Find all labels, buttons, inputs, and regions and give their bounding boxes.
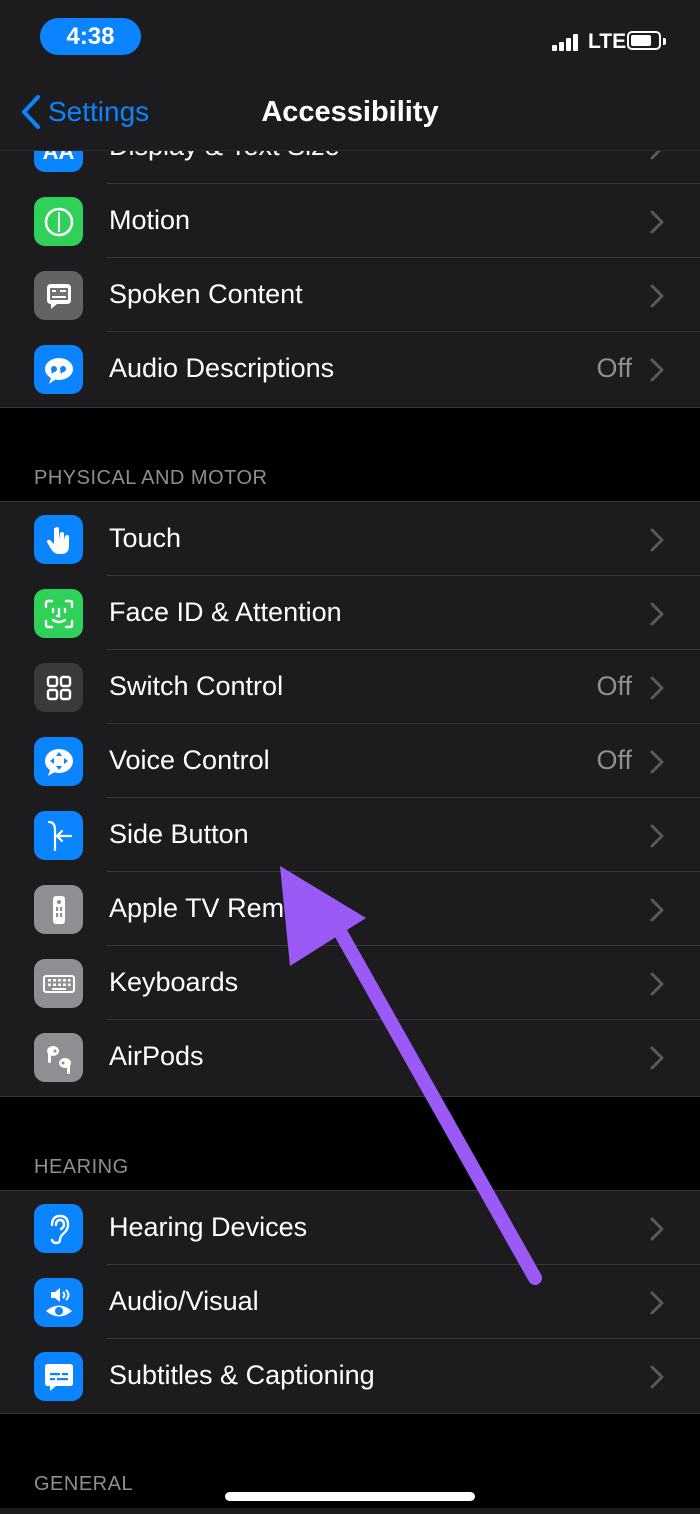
row-label: Audio Descriptions — [109, 353, 335, 383]
row-label: Audio/Visual — [109, 1286, 259, 1316]
row-audio-visual[interactable]: Audio/Visual — [0, 1265, 700, 1339]
hearing-group: Hearing Devices Audio/Visual Subtitles &… — [0, 1191, 700, 1413]
face-id-icon — [34, 589, 83, 638]
row-subtitles-captioning[interactable]: Subtitles & Captioning — [0, 1339, 700, 1413]
switch-control-icon — [34, 663, 83, 712]
navigation-bar: Settings Accessibility — [0, 72, 700, 151]
row-label: Voice Control — [109, 745, 270, 775]
section-header-physical-motor: PHYSICAL AND MOTOR — [34, 467, 268, 489]
chevron-right-icon — [650, 824, 664, 848]
airpods-icon — [34, 1033, 83, 1082]
row-value: Off — [596, 671, 632, 701]
row-value: Off — [596, 745, 632, 775]
status-time: 4:38 — [40, 18, 141, 55]
motion-icon — [34, 197, 83, 246]
spoken-content-icon — [34, 271, 83, 320]
row-keyboards[interactable]: Keyboards — [0, 946, 700, 1020]
chevron-right-icon — [650, 1291, 664, 1315]
cellular-signal-icon — [552, 33, 578, 51]
home-indicator — [225, 1492, 475, 1501]
row-spoken-content[interactable]: Spoken Content — [0, 258, 700, 332]
row-motion[interactable]: Motion — [0, 184, 700, 258]
network-type: LTE — [588, 30, 627, 53]
tv-remote-icon — [34, 885, 83, 934]
row-label: Apple TV Rem — [109, 893, 285, 923]
row-value: Off — [596, 353, 632, 383]
section-header-hearing: HEARING — [34, 1156, 129, 1178]
chevron-right-icon — [650, 1046, 664, 1070]
row-switch-control[interactable]: Switch Control Off — [0, 650, 700, 724]
row-label: Touch — [109, 523, 182, 553]
row-audio-descriptions[interactable]: Audio Descriptions Off — [0, 332, 700, 406]
chevron-right-icon — [650, 210, 664, 234]
general-group — [0, 1508, 700, 1514]
row-label: AirPods — [109, 1041, 204, 1071]
row-label: Keyboards — [109, 967, 239, 997]
chevron-right-icon — [650, 750, 664, 774]
row-label: Subtitles & Captioning — [109, 1360, 375, 1390]
chevron-right-icon — [650, 898, 664, 922]
row-label: Face ID & Attention — [109, 597, 342, 627]
audio-descriptions-icon — [34, 345, 83, 394]
chevron-right-icon — [650, 676, 664, 700]
chevron-right-icon — [650, 358, 664, 382]
chevron-right-icon — [650, 528, 664, 552]
side-button-icon — [34, 811, 83, 860]
ear-icon — [34, 1204, 83, 1253]
physical-motor-group: Touch Face ID & Attention Switch Control… — [0, 502, 700, 1096]
row-voice-control[interactable]: Voice Control Off — [0, 724, 700, 798]
row-touch[interactable]: Touch — [0, 502, 700, 576]
chevron-right-icon — [650, 284, 664, 308]
accessibility-settings-list: AA Display & Text Size Motion Spoken Con… — [0, 0, 700, 1514]
touch-hand-icon — [34, 515, 83, 564]
subtitles-icon — [34, 1352, 83, 1401]
chevron-right-icon — [650, 972, 664, 996]
row-side-button[interactable]: Side Button — [0, 798, 700, 872]
page-title: Accessibility — [261, 96, 439, 128]
row-label: Side Button — [109, 819, 249, 849]
row-airpods[interactable]: AirPods — [0, 1020, 700, 1094]
keyboard-icon — [34, 959, 83, 1008]
row-hearing-devices[interactable]: Hearing Devices — [0, 1191, 700, 1265]
section-header-general: GENERAL — [34, 1473, 134, 1495]
voice-control-icon — [34, 737, 83, 786]
row-apple-tv-remote[interactable]: Apple TV Rem — [0, 872, 700, 946]
audio-visual-icon — [34, 1278, 83, 1327]
row-label: Hearing Devices — [109, 1212, 308, 1242]
chevron-right-icon — [650, 602, 664, 626]
status-bar: 4:38 LTE — [0, 0, 700, 72]
battery-icon — [627, 31, 666, 50]
chevron-right-icon — [650, 1365, 664, 1389]
row-face-id-attention[interactable]: Face ID & Attention — [0, 576, 700, 650]
row-label: Motion — [109, 205, 191, 235]
row-label: Spoken Content — [109, 279, 303, 309]
vision-group: AA Display & Text Size Motion Spoken Con… — [0, 110, 700, 407]
chevron-right-icon — [650, 1217, 664, 1241]
row-label: Switch Control — [109, 671, 284, 701]
